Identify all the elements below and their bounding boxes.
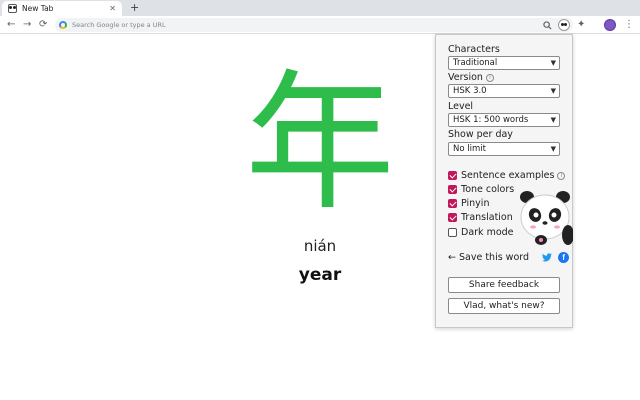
- puzzle-icon[interactable]: ✦: [577, 19, 585, 31]
- pinyin-option[interactable]: Pinyin: [448, 198, 489, 209]
- reload-icon[interactable]: ⟳: [39, 18, 47, 32]
- characters-label: Characters: [448, 44, 500, 55]
- share-feedback-button[interactable]: Share feedback: [448, 277, 560, 293]
- panda-extension-icon[interactable]: [558, 19, 570, 31]
- browser-toolbar: ← → ⟳ Search Google or type a URL ☆ ✦ ⋮: [0, 16, 640, 34]
- checkbox[interactable]: [448, 199, 457, 208]
- option-label: Translation: [461, 212, 513, 223]
- search-icon[interactable]: [543, 20, 552, 30]
- dark-mode-option[interactable]: Dark mode: [448, 227, 514, 238]
- characters-select[interactable]: Traditional ▼: [448, 56, 560, 70]
- chevron-down-icon: ▼: [550, 116, 556, 124]
- tab-title: New Tab: [22, 4, 54, 13]
- chevron-down-icon: ▼: [550, 87, 556, 95]
- sentence-examples-option[interactable]: Sentence examples i: [448, 170, 566, 181]
- option-label: Tone colors: [461, 184, 515, 195]
- option-label: Pinyin: [461, 198, 490, 209]
- save-word-row: ← Save this word f: [448, 252, 570, 263]
- version-label-text: Version: [448, 72, 483, 83]
- show-per-day-select[interactable]: No limit ▼: [448, 142, 560, 156]
- pinyin-text: nián: [303, 237, 337, 255]
- translation-option[interactable]: Translation: [448, 212, 513, 223]
- version-label: Version i: [448, 72, 494, 83]
- tab-strip: New Tab ✕ +: [0, 0, 640, 16]
- plus-icon[interactable]: +: [130, 2, 139, 14]
- omnibox[interactable]: Search Google or type a URL ☆: [55, 18, 573, 32]
- show-per-day-label: Show per day: [448, 129, 513, 140]
- tab-new-tab[interactable]: New Tab ✕: [2, 1, 122, 16]
- panda-mascot-icon: [520, 191, 573, 245]
- chevron-down-icon: ▼: [550, 59, 556, 67]
- info-icon[interactable]: i: [485, 74, 494, 82]
- checkbox[interactable]: [448, 171, 457, 180]
- whats-new-button[interactable]: Vlad, what's new?: [448, 298, 560, 314]
- facebook-icon[interactable]: f: [558, 252, 570, 263]
- checkbox[interactable]: [448, 185, 457, 194]
- option-label: Dark mode: [461, 227, 514, 238]
- profile-icon[interactable]: [604, 19, 616, 31]
- settings-popup: Characters Traditional ▼ Version i HSK 3.…: [435, 34, 573, 328]
- google-icon: [59, 21, 67, 29]
- level-select[interactable]: HSK 1: 500 words ▼: [448, 113, 560, 127]
- info-icon[interactable]: i: [557, 171, 566, 180]
- chevron-down-icon: ▼: [550, 145, 556, 153]
- version-select-value: HSK 3.0: [453, 86, 487, 96]
- hanzi-character: 年: [244, 57, 395, 231]
- save-word-label: ← Save this word: [448, 252, 530, 263]
- level-label: Level: [448, 101, 474, 112]
- twitter-icon[interactable]: [542, 253, 553, 262]
- panda-favicon-icon: [8, 4, 17, 13]
- tone-colors-option[interactable]: Tone colors: [448, 184, 514, 195]
- checkbox[interactable]: [448, 228, 457, 237]
- forward-icon[interactable]: →: [23, 18, 31, 32]
- show-per-day-select-value: No limit: [453, 144, 486, 154]
- omnibox-placeholder[interactable]: Search Google or type a URL: [72, 21, 543, 29]
- translation-text: year: [298, 265, 342, 285]
- option-label: Sentence examples: [461, 170, 555, 181]
- checkbox[interactable]: [448, 213, 457, 222]
- version-select[interactable]: HSK 3.0 ▼: [448, 84, 560, 98]
- characters-select-value: Traditional: [453, 58, 498, 68]
- level-select-value: HSK 1: 500 words: [453, 115, 529, 125]
- back-icon[interactable]: ←: [7, 18, 15, 32]
- kebab-menu-icon[interactable]: ⋮: [624, 19, 634, 31]
- close-icon[interactable]: ✕: [109, 4, 116, 13]
